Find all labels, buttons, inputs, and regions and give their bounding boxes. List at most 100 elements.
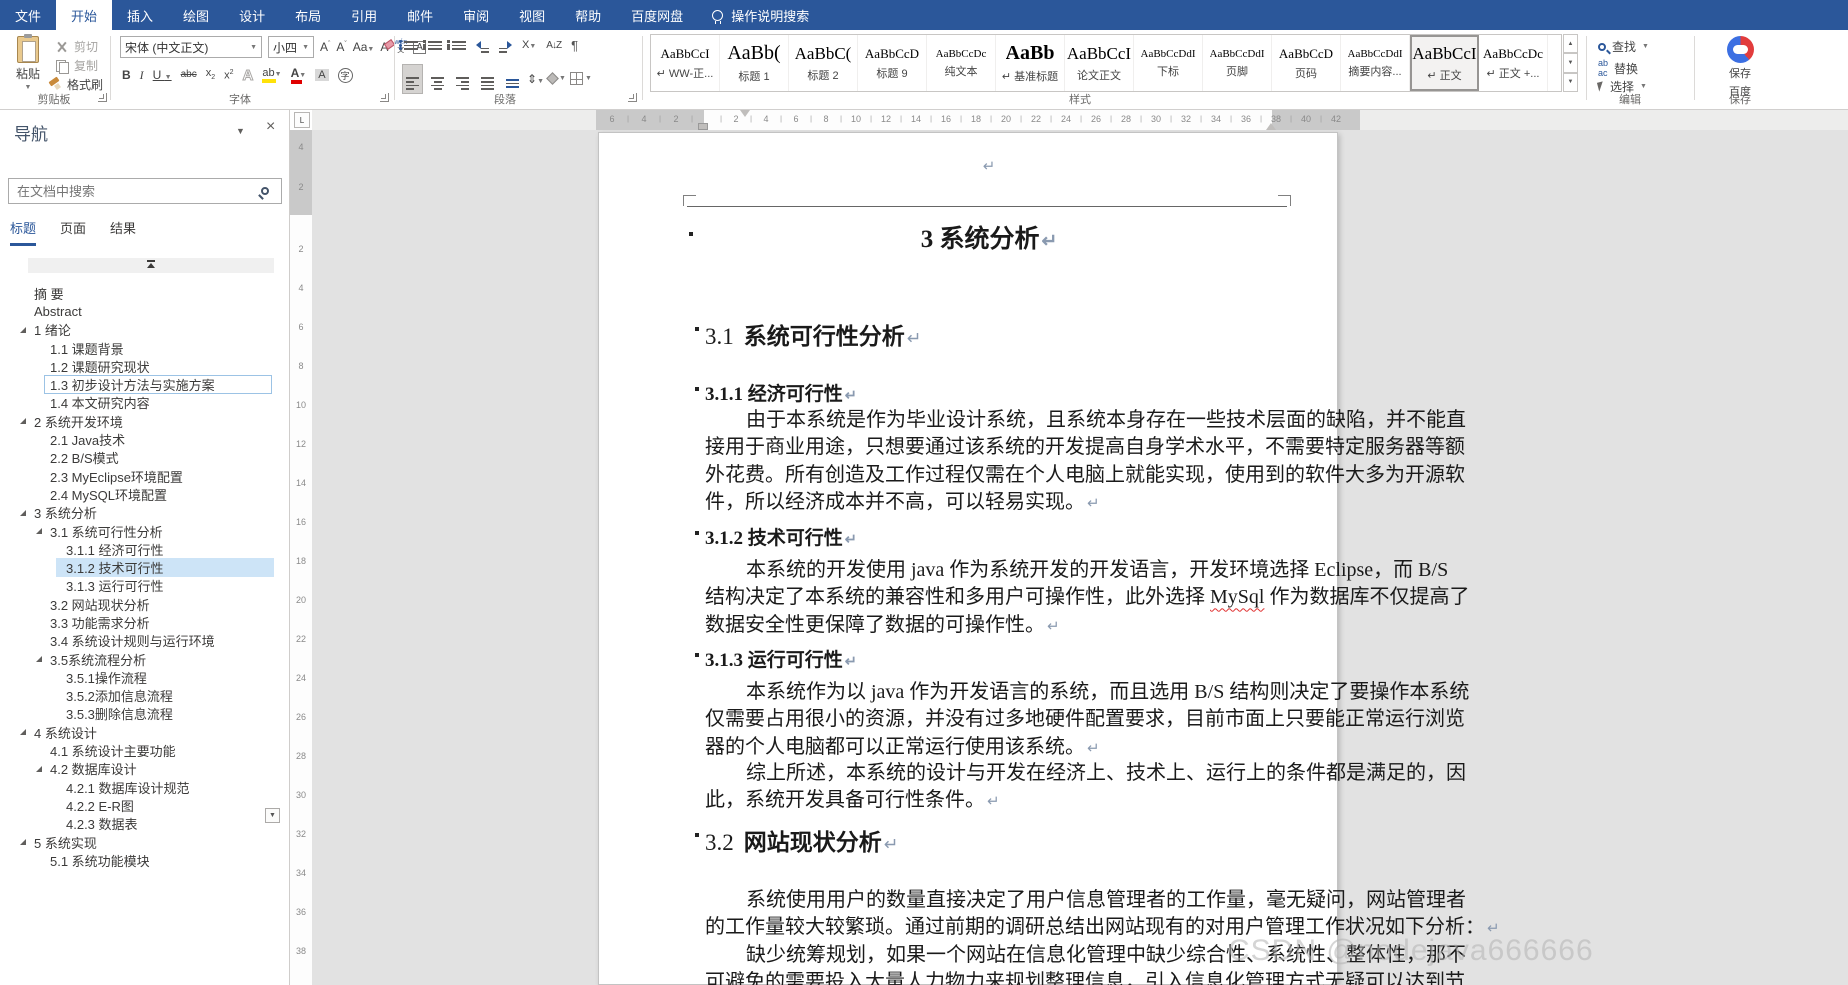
- align-left-button[interactable]: [402, 64, 423, 94]
- nav-heading-item[interactable]: 3 系统分析: [0, 504, 282, 522]
- ribbon-tab[interactable]: 邮件: [392, 0, 448, 30]
- nav-heading-item[interactable]: 3.1 系统可行性分析: [0, 522, 282, 540]
- collapse-triangle-icon[interactable]: [36, 766, 42, 772]
- distribute-button[interactable]: [502, 66, 523, 92]
- nav-tab[interactable]: 结果: [110, 218, 136, 246]
- nav-heading-item[interactable]: 5 系统实现: [0, 833, 282, 851]
- justify-button[interactable]: [477, 64, 498, 94]
- character-shading-button[interactable]: A: [315, 69, 328, 81]
- clear-formatting-button[interactable]: A: [380, 40, 388, 54]
- nav-tab[interactable]: 页面: [60, 218, 86, 246]
- font-color-button[interactable]: A▼: [291, 66, 307, 84]
- style-card[interactable]: AaBbC(标题 2: [789, 35, 858, 91]
- line-spacing-button[interactable]: ⇕▼: [527, 73, 544, 85]
- paste-button[interactable]: 粘贴 ▼: [6, 36, 50, 91]
- style-card[interactable]: AaBbCcD标题 9: [858, 35, 927, 91]
- document-page[interactable]: ↵3 系统分析↵3.1系统可行性分析↵3.1.1 经济可行性↵由于本系统是作为毕…: [598, 132, 1338, 985]
- collapse-triangle-icon[interactable]: [36, 528, 42, 534]
- ribbon-tab[interactable]: 插入: [112, 0, 168, 30]
- nav-heading-item[interactable]: 1.2 课题研究现状: [0, 357, 282, 375]
- paragraph-dialog-launcher-icon[interactable]: [628, 93, 637, 102]
- text-effects-button[interactable]: A: [243, 67, 254, 84]
- enclose-characters-button[interactable]: 字: [338, 68, 353, 83]
- bold-button[interactable]: B: [122, 69, 131, 81]
- multilevel-list-button[interactable]: [452, 41, 466, 50]
- style-card[interactable]: AaBbCcDc↵ 正文 +...: [1479, 35, 1548, 91]
- copy-button[interactable]: 复制: [56, 57, 98, 74]
- collapse-triangle-icon[interactable]: [36, 656, 42, 662]
- navigation-options-dropdown[interactable]: ▼: [236, 126, 245, 136]
- ribbon-tab[interactable]: 帮助: [560, 0, 616, 30]
- ribbon-tab[interactable]: 设计: [224, 0, 280, 30]
- replace-button[interactable]: abac 替换: [1598, 58, 1638, 78]
- style-card[interactable]: AaBbCcI论文正文: [1065, 35, 1134, 91]
- font-name-select[interactable]: 宋体 (中文正文) ▼: [120, 36, 262, 58]
- nav-heading-item[interactable]: 4 系统设计: [0, 723, 282, 741]
- nav-heading-item[interactable]: 1 绪论: [0, 321, 282, 339]
- nav-tab[interactable]: 标题: [10, 218, 36, 246]
- style-card[interactable]: AaBbCcDc纯文本: [927, 35, 996, 91]
- style-card[interactable]: AaBbCcDdI下标: [1134, 35, 1203, 91]
- nav-heading-item[interactable]: 3.5.2添加信息流程: [0, 687, 282, 705]
- nav-heading-item[interactable]: 摘 要: [0, 284, 282, 302]
- nav-heading-item[interactable]: 3.2 网站现状分析: [0, 595, 282, 613]
- increase-indent-button[interactable]: [499, 38, 512, 53]
- nav-heading-item[interactable]: 2.2 B/S模式: [0, 449, 282, 467]
- font-dialog-launcher-icon[interactable]: [380, 93, 389, 102]
- nav-heading-item[interactable]: 2.1 Java技术: [0, 430, 282, 448]
- nav-heading-item[interactable]: 3.4 系统设计规则与运行环境: [0, 632, 282, 650]
- italic-button[interactable]: I: [140, 69, 144, 81]
- first-line-indent-marker[interactable]: [740, 110, 750, 117]
- align-center-button[interactable]: [427, 64, 448, 94]
- search-icon[interactable]: [261, 187, 269, 195]
- gallery-scroll-up-button[interactable]: ▲: [1563, 34, 1578, 53]
- nav-heading-item[interactable]: Abstract: [0, 302, 282, 320]
- nav-heading-item[interactable]: 3.5系统流程分析: [0, 650, 282, 668]
- highlight-color-button[interactable]: ab▼: [262, 67, 281, 83]
- collapse-triangle-icon[interactable]: [20, 510, 26, 516]
- clipboard-dialog-launcher-icon[interactable]: [98, 93, 107, 102]
- save-to-baidu-button[interactable]: 保存 百度: [1712, 36, 1768, 99]
- bullets-button[interactable]: [404, 41, 418, 50]
- style-card[interactable]: AaBbCcI↵ WW-正...: [651, 35, 720, 91]
- font-size-select[interactable]: 小四 ▼: [268, 36, 314, 58]
- shrink-font-button[interactable]: Aˇ: [336, 41, 346, 53]
- grow-font-button[interactable]: Aˆ: [320, 41, 330, 53]
- gallery-expand-button[interactable]: ▼: [1563, 73, 1578, 92]
- nav-heading-item[interactable]: 3.1.1 经济可行性: [0, 540, 282, 558]
- nav-heading-item[interactable]: 3.5.3删除信息流程: [0, 705, 282, 723]
- superscript-button[interactable]: x2: [224, 69, 233, 82]
- style-card[interactable]: AaBbCcDdI摘要内容...: [1341, 35, 1410, 91]
- collapse-triangle-icon[interactable]: [20, 839, 26, 845]
- ribbon-tab[interactable]: 审阅: [448, 0, 504, 30]
- nav-heading-item[interactable]: 3.1.2 技术可行性: [0, 558, 282, 576]
- underline-button[interactable]: U ▼: [153, 69, 172, 81]
- subscript-button[interactable]: x2: [206, 68, 215, 81]
- nav-heading-item[interactable]: 3.5.1操作流程: [0, 668, 282, 686]
- sort-button[interactable]: A↓Z: [546, 40, 561, 51]
- shading-button[interactable]: ▼: [548, 74, 566, 83]
- collapse-triangle-icon[interactable]: [20, 327, 26, 333]
- style-card[interactable]: AaBb(标题 1: [720, 35, 789, 91]
- nav-heading-item[interactable]: 4.2 数据库设计: [0, 760, 282, 778]
- change-case-button[interactable]: Aa▼: [353, 41, 375, 53]
- style-card[interactable]: AaBb↵ 基准标题: [996, 35, 1065, 91]
- nav-heading-item[interactable]: 2 系统开发环境: [0, 412, 282, 430]
- ribbon-tab[interactable]: 绘图: [168, 0, 224, 30]
- nav-heading-item[interactable]: 5.1 系统功能模块: [0, 851, 282, 869]
- nav-heading-item[interactable]: 3.1.3 运行可行性: [0, 577, 282, 595]
- strikethrough-button[interactable]: abc: [181, 70, 197, 80]
- borders-button[interactable]: ▼: [570, 72, 592, 85]
- left-indent-marker[interactable]: [698, 123, 708, 130]
- ribbon-tab[interactable]: 开始: [56, 0, 112, 30]
- nav-heading-item[interactable]: 4.2.2 E-R图: [0, 796, 282, 814]
- collapse-triangle-icon[interactable]: [20, 418, 26, 424]
- gallery-scroll-down-button[interactable]: ▼: [1563, 53, 1578, 72]
- style-card[interactable]: AaBbCcD页码: [1272, 35, 1341, 91]
- ribbon-tab[interactable]: 百度网盘: [616, 0, 698, 30]
- nav-heading-item[interactable]: 4.1 系统设计主要功能: [0, 741, 282, 759]
- nav-heading-item[interactable]: 2.3 MyEclipse环境配置: [0, 467, 282, 485]
- nav-heading-item[interactable]: 4.2.1 数据库设计规范: [0, 778, 282, 796]
- nav-heading-item[interactable]: 1.1 课题背景: [0, 339, 282, 357]
- style-card[interactable]: AaBbCcI↵ 正文: [1410, 35, 1479, 91]
